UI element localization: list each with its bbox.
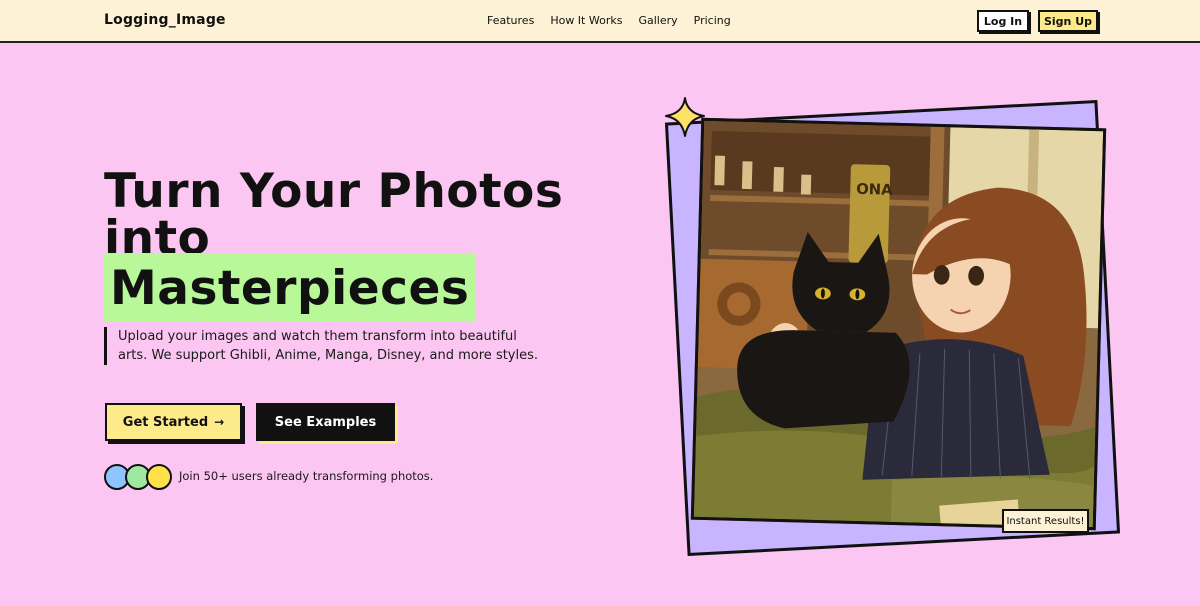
nav-links: Features How It Works Gallery Pricing (487, 14, 731, 27)
nav-link-pricing[interactable]: Pricing (694, 14, 731, 27)
signup-button[interactable]: Sign Up (1038, 10, 1098, 32)
headline-highlight: Masterpieces (104, 253, 476, 322)
brand-logo[interactable]: Logging_Image (104, 12, 226, 28)
headline-line-1: Turn Your Photos (104, 164, 564, 219)
avatar (146, 464, 172, 490)
instant-results-badge: Instant Results! (1002, 509, 1089, 533)
nav-link-features[interactable]: Features (487, 14, 534, 27)
hero-headline: Turn Your Photos into (104, 164, 624, 262)
nav-link-how-it-works[interactable]: How It Works (550, 14, 622, 27)
see-examples-button[interactable]: See Examples (256, 403, 395, 441)
arrow-right-icon: → (214, 415, 225, 429)
shelf-label: ONA (856, 181, 893, 199)
illustration-image: ONA (690, 117, 1107, 531)
nav-link-gallery[interactable]: Gallery (638, 14, 677, 27)
hero-description: Upload your images and watch them transf… (104, 327, 544, 365)
user-avatars (104, 464, 174, 490)
sparkle-icon (665, 97, 705, 137)
get-started-label: Get Started (122, 414, 209, 430)
anime-girl-with-cat-illustration: ONA (693, 120, 1104, 528)
login-button[interactable]: Log In (977, 10, 1029, 32)
social-proof-text: Join 50+ users already transforming phot… (179, 469, 434, 483)
get-started-button[interactable]: Get Started → (105, 403, 242, 441)
top-navigation: Logging_Image Features How It Works Gall… (0, 0, 1200, 43)
